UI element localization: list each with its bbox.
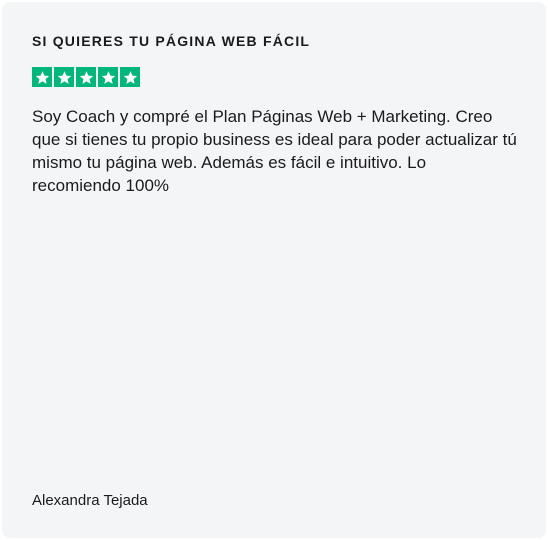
review-title: SI QUIERES TU PÁGINA WEB FÁCIL (32, 33, 311, 49)
star-icon (101, 70, 115, 84)
star-3 (76, 67, 96, 87)
star-2 (54, 67, 74, 87)
star-icon (79, 70, 93, 84)
star-rating (32, 67, 518, 87)
star-1 (32, 67, 52, 87)
review-body: Soy Coach y compré el Plan Páginas Web +… (32, 107, 517, 195)
star-4 (98, 67, 118, 87)
review-author: Alexandra Tejada (32, 492, 148, 509)
review-card: SI QUIERES TU PÁGINA WEB FÁCIL Soy Coach… (2, 2, 546, 538)
star-5 (120, 67, 140, 87)
star-icon (57, 70, 71, 84)
star-icon (35, 70, 49, 84)
star-icon (123, 70, 137, 84)
